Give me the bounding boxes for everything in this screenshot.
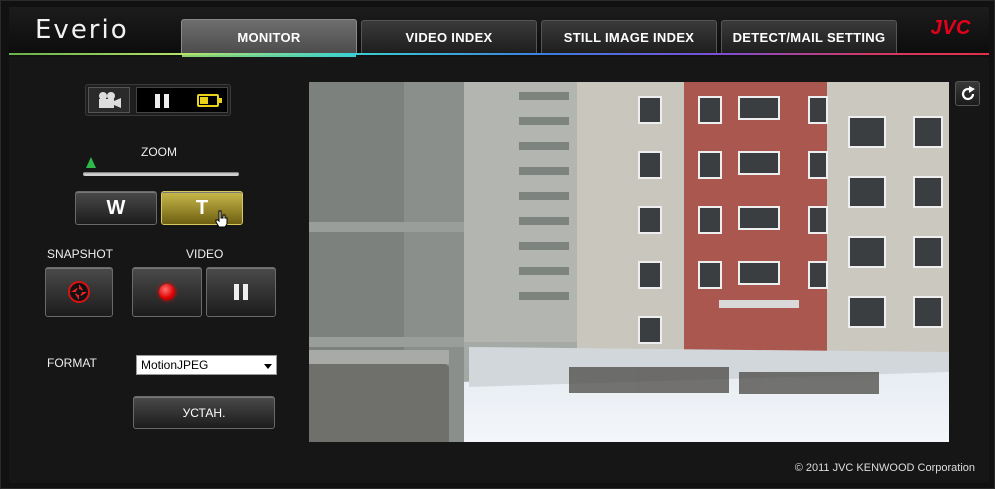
snapshot-button[interactable]: [45, 267, 113, 317]
camera-feed-image: [309, 82, 949, 442]
header-accent-line: [9, 53, 989, 55]
shutter-icon: [68, 281, 90, 303]
tab-label: MONITOR: [237, 30, 301, 45]
movie-camera-icon: [88, 87, 130, 113]
tab-label: DETECT/MAIL SETTING: [732, 29, 886, 45]
main-panel: ZOOM W T SNAPSHOT VIDEO FORMAT MotionJPE…: [9, 57, 989, 483]
pause-icon: [155, 94, 169, 108]
format-selected-value: MotionJPEG: [141, 358, 209, 372]
copyright-text: © 2011 JVC KENWOOD Corporation: [794, 462, 975, 474]
format-label: FORMAT: [47, 356, 97, 370]
pause-icon: [233, 284, 249, 300]
battery-icon: [197, 94, 222, 107]
brand-title: Everio: [35, 15, 129, 45]
record-icon: [159, 284, 175, 300]
live-video-view[interactable]: [309, 82, 949, 442]
zoom-wide-label: W: [106, 196, 126, 219]
video-label: VIDEO: [186, 247, 224, 261]
zoom-tele-label: T: [195, 196, 209, 219]
refresh-button[interactable]: [955, 81, 980, 106]
chevron-down-icon: [264, 364, 272, 369]
tab-label: VIDEO INDEX: [405, 29, 493, 45]
snapshot-label: SNAPSHOT: [47, 247, 114, 261]
zoom-slider-track[interactable]: [83, 172, 239, 176]
status-strip: [85, 84, 231, 116]
apply-format-label: УСТАН.: [182, 405, 226, 420]
tab-video-index[interactable]: VIDEO INDEX: [361, 20, 537, 53]
format-select[interactable]: MotionJPEG: [136, 355, 277, 375]
tab-detect-mail-setting[interactable]: DETECT/MAIL SETTING: [721, 20, 897, 53]
tab-label: STILL IMAGE INDEX: [563, 29, 695, 45]
header-bar: Everio MONITOR VIDEO INDEX STILL IMAGE I…: [9, 7, 989, 57]
refresh-icon: [961, 85, 975, 100]
video-record-button[interactable]: [132, 267, 202, 317]
zoom-tele-button[interactable]: T: [161, 191, 243, 228]
zoom-label: ZOOM: [141, 145, 177, 159]
zoom-wide-button[interactable]: W: [75, 191, 157, 225]
video-pause-button[interactable]: [206, 267, 276, 317]
tab-monitor[interactable]: MONITOR: [181, 19, 357, 57]
apply-format-button[interactable]: УСТАН.: [133, 396, 275, 429]
jvc-logo: JVC: [930, 17, 971, 39]
zoom-slider-thumb[interactable]: [85, 157, 96, 168]
tab-still-image-index[interactable]: STILL IMAGE INDEX: [541, 20, 717, 53]
hand-cursor-icon: [215, 210, 228, 228]
app-frame: Everio MONITOR VIDEO INDEX STILL IMAGE I…: [0, 0, 995, 489]
camera-state-panel: [136, 87, 228, 113]
